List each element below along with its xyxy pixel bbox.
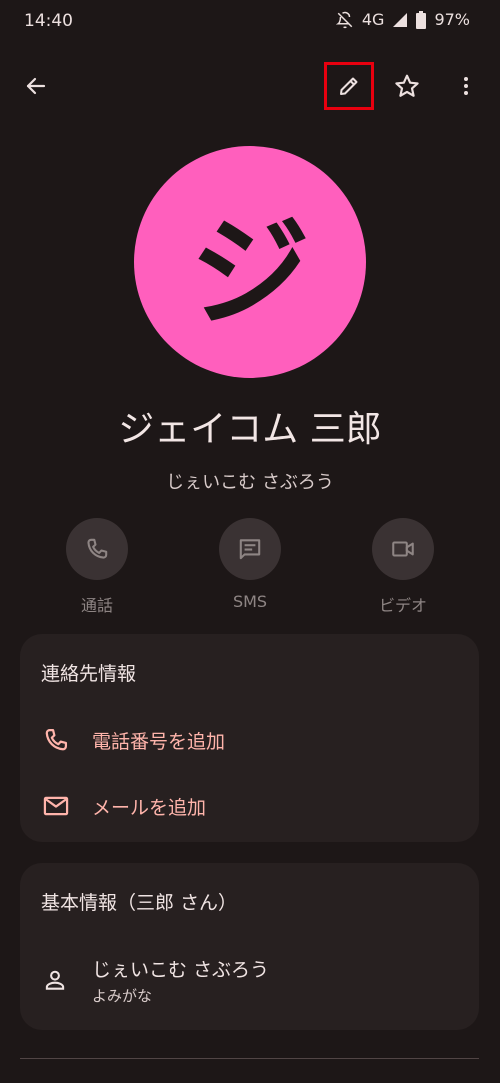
person-icon xyxy=(42,967,68,993)
call-action[interactable]: 通話 xyxy=(47,518,147,616)
mail-icon xyxy=(41,791,71,821)
reading-label: よみがな xyxy=(92,987,153,1005)
add-email-row[interactable]: メールを追加 xyxy=(20,778,479,834)
sms-action-circle[interactable] xyxy=(219,518,281,580)
reading-row[interactable]: じぇいこむ さぶろう よみがな xyxy=(20,949,479,1009)
contact-detail-screen: 14:40 4G 97% ジ ジェイコム 三郎 じぇいこむ さぶろう 通話 SM… xyxy=(0,0,500,1083)
network-label: 4G xyxy=(361,10,385,29)
status-time: 14:40 xyxy=(24,11,73,31)
basic-info-card: 基本情報（三郎 さん） じぇいこむ さぶろう よみがな xyxy=(20,863,479,1030)
phone-icon xyxy=(87,538,108,559)
contact-info-card: 連絡先情報 電話番号を追加 メールを追加 xyxy=(20,634,479,842)
avatar-letter: ジ xyxy=(190,204,310,343)
sms-action[interactable]: SMS xyxy=(200,518,300,611)
mute-icon xyxy=(335,11,354,29)
arrow-back-icon xyxy=(26,77,46,95)
contact-avatar: ジ xyxy=(134,146,366,378)
call-action-label: 通話 xyxy=(80,596,113,615)
call-action-circle[interactable] xyxy=(66,518,128,580)
basic-info-title: 基本情報（三郎 さん） xyxy=(41,892,238,914)
add-phone-label: 電話番号を追加 xyxy=(92,730,226,753)
contact-info-title: 連絡先情報 xyxy=(41,663,137,685)
edit-button[interactable] xyxy=(324,62,374,110)
contact-name: ジェイコム 三郎 xyxy=(118,409,382,450)
add-email-label: メールを追加 xyxy=(92,796,207,819)
reading-value: じぇいこむ さぶろう xyxy=(92,959,270,981)
more-vert-icon xyxy=(464,77,468,95)
battery-percent: 97% xyxy=(434,10,470,29)
video-action[interactable]: ビデオ xyxy=(353,518,453,616)
add-phone-row[interactable]: 電話番号を追加 xyxy=(20,712,479,768)
phone-icon xyxy=(41,725,71,755)
battery-icon xyxy=(416,10,427,29)
message-icon xyxy=(239,539,261,560)
videocam-icon xyxy=(392,541,414,557)
more-options-button[interactable] xyxy=(446,66,486,106)
contact-reading: じぇいこむ さぶろう xyxy=(166,472,334,493)
pencil-icon xyxy=(340,77,358,95)
favorite-button[interactable] xyxy=(387,66,427,106)
status-icons: 4G 97% xyxy=(335,10,470,29)
signal-icon xyxy=(392,12,408,28)
bottom-divider xyxy=(20,1058,479,1059)
back-button[interactable] xyxy=(16,66,56,106)
star-outline-icon xyxy=(395,74,419,97)
video-action-circle[interactable] xyxy=(372,518,434,580)
video-action-label: ビデオ xyxy=(378,596,427,615)
sms-action-label: SMS xyxy=(232,592,268,611)
